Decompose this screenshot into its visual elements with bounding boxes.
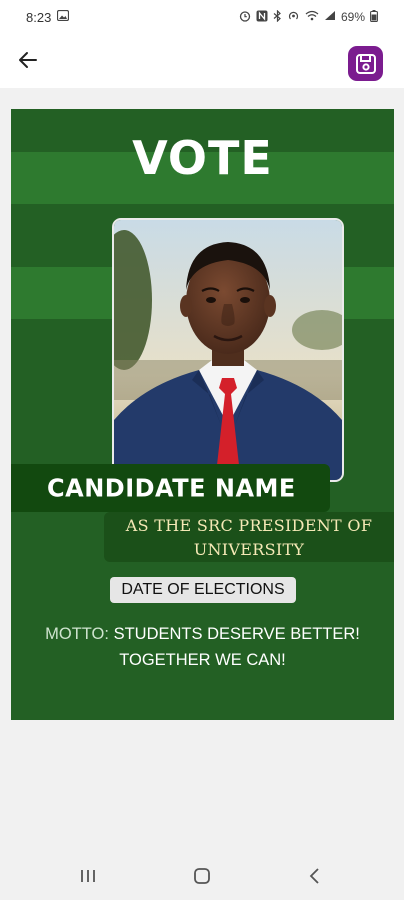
nav-back-icon	[309, 868, 319, 884]
alarm-icon	[239, 10, 251, 25]
candidate-name-banner[interactable]: CANDIDATE NAME	[11, 464, 330, 512]
signal-icon	[324, 10, 336, 24]
back-button[interactable]	[14, 46, 42, 74]
bluetooth-icon	[273, 9, 282, 25]
editor-canvas: VOTE CANDIDATE NAME AS THE SRC PRESIDENT…	[0, 88, 404, 852]
battery-icon	[370, 9, 378, 25]
save-disk-icon	[355, 53, 376, 74]
nfc-icon	[256, 10, 268, 25]
arrow-left-icon	[19, 52, 37, 68]
motto-line-2: TOGETHER WE CAN!	[119, 651, 286, 669]
gallery-notification-icon	[57, 9, 70, 24]
vote-poster[interactable]: VOTE CANDIDATE NAME AS THE SRC PRESIDENT…	[11, 109, 394, 720]
status-bar: 8:23 69%	[0, 0, 404, 34]
save-button[interactable]	[348, 46, 383, 81]
election-date-label[interactable]: DATE OF ELECTIONS	[110, 577, 296, 603]
position-line-1: AS THE SRC PRESIDENT OF	[125, 516, 373, 535]
motto-line-1-text: STUDENTS DESERVE BETTER!	[113, 625, 360, 643]
nav-back-button[interactable]	[300, 862, 330, 890]
home-icon	[194, 868, 210, 884]
home-button[interactable]	[187, 862, 217, 890]
hotspot-icon	[287, 10, 300, 25]
motto-line-1: MOTTO: STUDENTS DESERVE BETTER!	[11, 621, 394, 647]
status-right: 69%	[239, 9, 378, 25]
status-time: 8:23	[26, 9, 52, 25]
app-bar	[0, 34, 404, 88]
position-banner[interactable]: AS THE SRC PRESIDENT OF UNIVERSITY	[104, 512, 394, 562]
system-nav-bar	[0, 852, 404, 900]
candidate-name[interactable]: CANDIDATE NAME	[47, 473, 296, 502]
motto-label: MOTTO:	[45, 625, 109, 643]
recents-button[interactable]	[73, 862, 103, 890]
position-text[interactable]: AS THE SRC PRESIDENT OF UNIVERSITY	[104, 514, 394, 562]
battery-percent: 69%	[340, 10, 365, 24]
poster-title[interactable]: VOTE	[11, 131, 394, 185]
status-left: 8:23	[26, 9, 70, 25]
motto-text[interactable]: MOTTO: STUDENTS DESERVE BETTER! TOGETHER…	[11, 621, 394, 673]
wifi-icon	[305, 10, 319, 24]
recents-icon	[81, 870, 95, 882]
candidate-photo[interactable]	[112, 218, 344, 482]
position-line-2: UNIVERSITY	[193, 540, 305, 559]
